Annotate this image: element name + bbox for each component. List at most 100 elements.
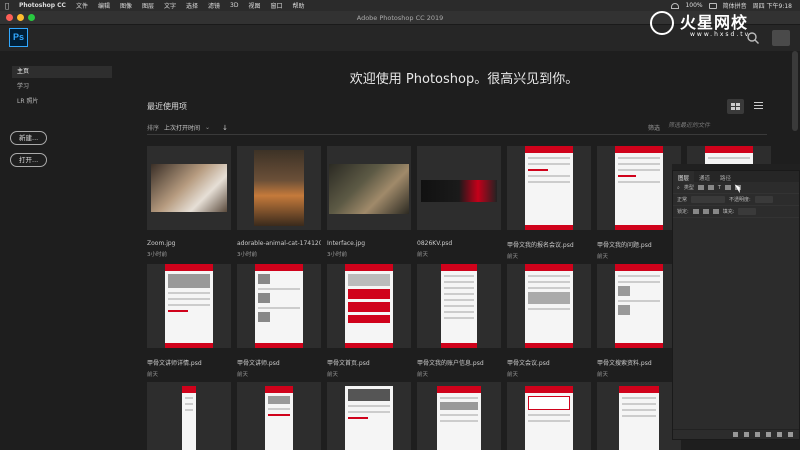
lock-pixels-icon[interactable] (692, 209, 699, 214)
lock-label: 锁定: (677, 209, 689, 215)
open-file-button[interactable]: 打开... (10, 153, 48, 167)
battery-icon[interactable] (708, 2, 717, 9)
left-nav: 主页 学习 LR 照片 新建... 打开... (0, 51, 128, 450)
menu-app-name[interactable]: Photoshop CC (14, 2, 71, 9)
scrollbar[interactable] (792, 51, 798, 131)
pixel-filter-icon[interactable] (697, 185, 704, 190)
file-thumbnail[interactable] (327, 146, 411, 230)
grid-view-icon[interactable] (727, 99, 744, 114)
sort-select[interactable]: 上次打开时间 (164, 123, 200, 132)
file-time: 前天 (417, 372, 429, 378)
fx-icon[interactable] (744, 432, 749, 437)
tab-layers[interactable]: 图层 (673, 171, 695, 182)
file-card[interactable]: 甲骨文我的问题.psd 前天 (597, 146, 681, 260)
trash-icon[interactable] (788, 432, 793, 437)
menu-window[interactable]: 窗口 (266, 1, 288, 10)
lock-all-icon[interactable] (712, 209, 719, 214)
lock-position-icon[interactable] (702, 209, 709, 214)
file-time: 前天 (507, 254, 519, 260)
new-group-icon[interactable] (766, 432, 771, 437)
mobile-design-icon (437, 386, 481, 450)
file-thumbnail[interactable] (327, 382, 411, 450)
file-card[interactable] (597, 382, 681, 450)
menu-3d[interactable]: 3D (225, 2, 243, 9)
mobile-design-icon (265, 386, 293, 450)
menu-file[interactable]: 文件 (71, 1, 93, 10)
file-card[interactable]: 甲骨文首页.psd 前天 (327, 264, 411, 378)
file-card[interactable]: 甲骨文搜索资料.psd 前天 (597, 264, 681, 378)
file-card[interactable]: 甲骨文讲师.psd 前天 (237, 264, 321, 378)
adjustment-filter-icon[interactable] (707, 185, 714, 190)
file-card[interactable]: adorable-animal-cat-1741205... 3小时前 (237, 146, 321, 258)
file-thumbnail[interactable] (147, 382, 231, 450)
file-card[interactable] (507, 382, 591, 450)
nav-learn[interactable]: 学习 (12, 81, 112, 93)
new-file-button[interactable]: 新建... (10, 131, 48, 145)
type-filter-icon[interactable]: T (718, 185, 721, 191)
file-card[interactable]: Zoom.jpg 3小时前 (147, 146, 231, 258)
file-card[interactable]: 甲骨文我的报名会议.psd 前天 (507, 146, 591, 260)
file-thumbnail[interactable] (597, 382, 681, 450)
menu-layer[interactable]: 图层 (137, 1, 159, 10)
file-thumbnail[interactable] (417, 382, 501, 450)
menu-type[interactable]: 文字 (159, 1, 181, 10)
menu-help[interactable]: 帮助 (288, 1, 310, 10)
file-name: Zoom.jpg (147, 240, 176, 247)
file-thumbnail[interactable] (147, 264, 231, 348)
file-card[interactable]: 甲骨文会议.psd 前天 (507, 264, 591, 378)
file-thumbnail[interactable] (507, 264, 591, 348)
file-card[interactable] (417, 382, 501, 450)
watermark: 火星网校 www.hxsd.tv (650, 9, 790, 43)
nav-home[interactable]: 主页 (12, 66, 112, 78)
file-thumbnail[interactable] (237, 382, 321, 450)
wifi-icon[interactable] (671, 2, 680, 9)
apple-icon[interactable]:  (0, 2, 14, 10)
file-name: 0826KV.psd (417, 240, 453, 247)
link-layers-icon[interactable] (733, 432, 738, 437)
shape-filter-icon[interactable] (724, 185, 731, 190)
mobile-design-icon (525, 264, 573, 348)
sort-label: 排序 (147, 125, 160, 132)
menu-select[interactable]: 选择 (181, 1, 203, 10)
file-card[interactable]: Interface.jpg 3小时前 (327, 146, 411, 258)
blend-mode-select[interactable]: 正常 (677, 196, 687, 203)
photo-cat-icon (254, 150, 304, 226)
file-time: 前天 (327, 372, 339, 378)
menu-edit[interactable]: 编辑 (93, 1, 115, 10)
file-card[interactable]: 0826KV.psd 前天 (417, 146, 501, 258)
file-card[interactable] (147, 382, 231, 450)
nav-lr-photos[interactable]: LR 照片 (12, 96, 112, 108)
file-name: 甲骨文搜索资料.psd (597, 360, 652, 367)
blend-mode-field[interactable] (691, 196, 726, 203)
file-thumbnail[interactable] (237, 264, 321, 348)
file-thumbnail[interactable] (147, 146, 231, 230)
file-thumbnail[interactable] (597, 264, 681, 348)
sort-direction-icon[interactable]: ↓ (222, 124, 228, 132)
file-name: 甲骨文我的问题.psd (597, 242, 652, 249)
tab-channels[interactable]: 通道 (694, 171, 715, 182)
layer-kind-select[interactable]: 类型 (684, 184, 694, 191)
menu-view[interactable]: 视图 (243, 1, 265, 10)
menu-filter[interactable]: 滤镜 (203, 1, 225, 10)
file-thumbnail[interactable] (237, 146, 321, 230)
file-card[interactable]: 甲骨文讲师详情.psd 前天 (147, 264, 231, 378)
chevron-down-icon[interactable]: ⌄ (205, 124, 210, 131)
file-thumbnail[interactable] (327, 264, 411, 348)
list-view-icon[interactable] (754, 102, 763, 111)
file-card[interactable]: 甲骨文我的账户信息.psd 前天 (417, 264, 501, 378)
file-card[interactable] (237, 382, 321, 450)
tab-paths[interactable]: 路径 (715, 171, 736, 182)
opacity-field[interactable] (754, 196, 773, 203)
file-card[interactable] (327, 382, 411, 450)
filter-input[interactable]: 筛选最近的文件 (666, 120, 766, 131)
file-thumbnail[interactable] (417, 146, 501, 230)
mask-icon[interactable] (755, 432, 760, 437)
fill-field[interactable] (738, 208, 757, 215)
file-thumbnail[interactable] (507, 382, 591, 450)
file-thumbnail[interactable] (507, 146, 591, 230)
file-thumbnail[interactable] (417, 264, 501, 348)
mobile-design-icon (345, 386, 393, 450)
new-layer-icon[interactable] (777, 432, 782, 437)
file-thumbnail[interactable] (597, 146, 681, 230)
menu-image[interactable]: 图像 (115, 1, 137, 10)
